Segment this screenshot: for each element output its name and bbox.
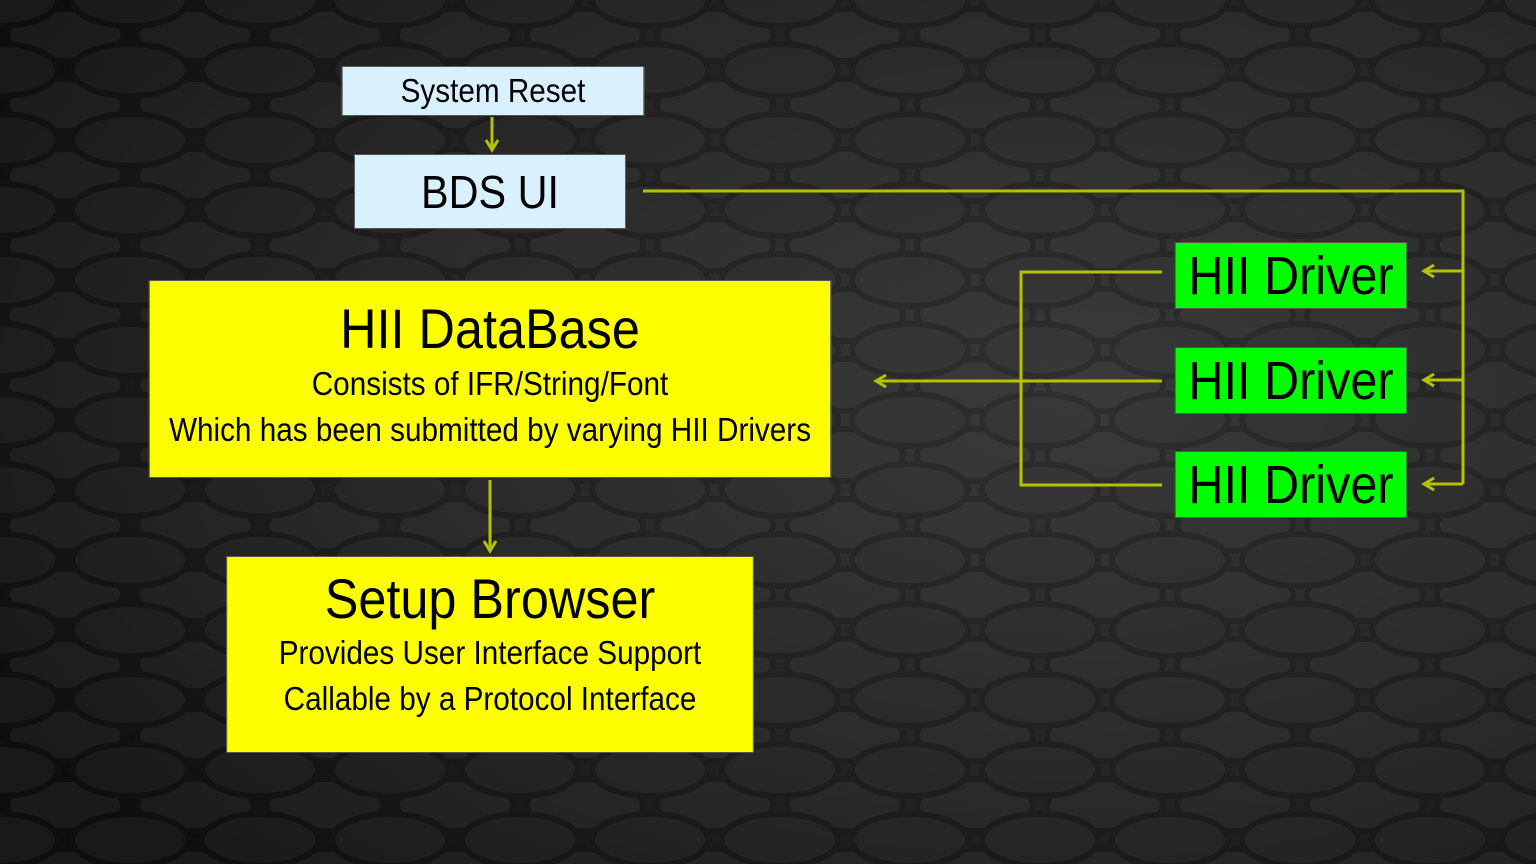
hii-driver-label-2: HII Driver xyxy=(1188,350,1394,411)
setup-browser-line-1: Provides User Interface Support xyxy=(278,633,702,671)
hii-driver-node-3: HII Driver xyxy=(1174,451,1408,518)
hii-database-title: HII DataBase xyxy=(340,297,640,360)
bds-ui-label: BDS UI xyxy=(420,165,560,218)
hii-driver-label-1: HII Driver xyxy=(1188,245,1394,306)
hii-driver-node-1: HII Driver xyxy=(1174,242,1408,309)
bds-ui-node: BDS UI xyxy=(354,154,626,229)
hii-database-line-2: Which has been submitted by varying HII … xyxy=(168,411,812,448)
hii-database-node: HII DataBase Consists of IFR/String/Font… xyxy=(148,280,832,478)
hii-database-line-1: Consists of IFR/String/Font xyxy=(311,365,669,402)
system-reset-node: System Reset xyxy=(341,66,645,116)
setup-browser-node: Setup Browser Provides User Interface Su… xyxy=(226,556,754,753)
setup-browser-title: Setup Browser xyxy=(324,566,656,630)
setup-browser-line-2: Callable by a Protocol Interface xyxy=(283,679,697,717)
hii-driver-node-2: HII Driver xyxy=(1174,347,1408,414)
system-reset-label: System Reset xyxy=(400,72,586,109)
hii-driver-label-3: HII Driver xyxy=(1188,454,1394,515)
edge-drivers-bus xyxy=(1019,270,1162,487)
